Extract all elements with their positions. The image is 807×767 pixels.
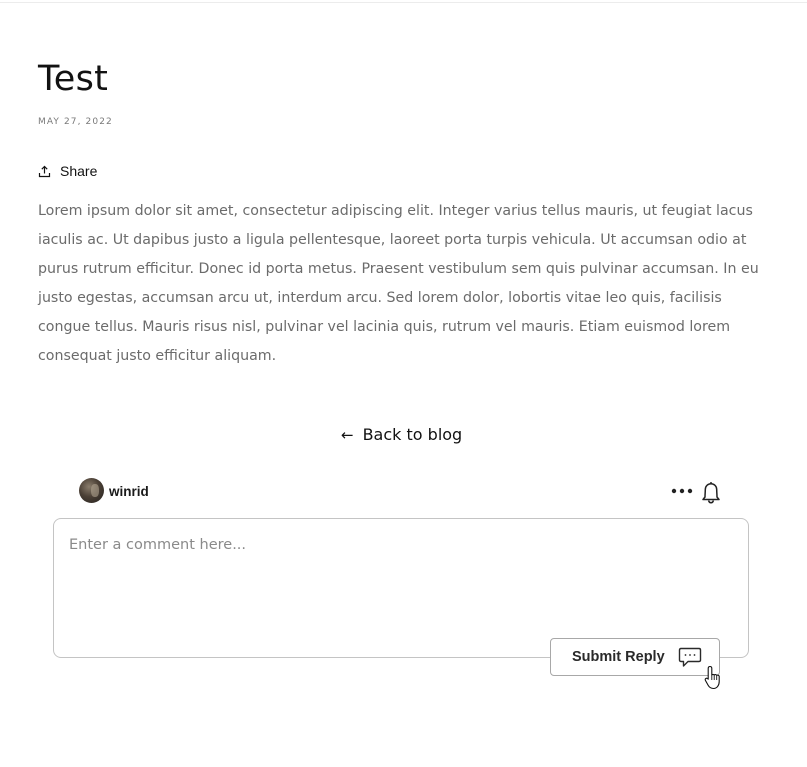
share-label: Share <box>60 163 98 179</box>
more-options-icon <box>671 488 693 494</box>
article-body: Lorem ipsum dolor sit amet, consectetur … <box>38 203 759 364</box>
submit-reply-button[interactable]: Submit Reply <box>550 638 720 676</box>
back-to-blog-label: Back to blog <box>362 425 463 444</box>
comment-input[interactable] <box>69 537 729 627</box>
more-options-button[interactable] <box>671 482 693 500</box>
header-divider <box>0 2 807 3</box>
user-avatar[interactable] <box>79 478 104 503</box>
share-button[interactable]: Share <box>38 163 97 179</box>
notifications-button[interactable] <box>700 480 722 504</box>
share-icon <box>38 165 51 178</box>
bell-icon <box>702 482 720 504</box>
arrow-left-icon: ← <box>341 425 354 444</box>
username[interactable]: winrid <box>109 484 149 499</box>
article-title: Test <box>38 59 109 99</box>
comment-box <box>53 518 749 658</box>
article-date: MAY 27, 2022 <box>38 117 113 127</box>
back-to-blog-link[interactable]: ← Back to blog <box>341 425 462 444</box>
submit-reply-label: Submit Reply <box>572 649 665 665</box>
chat-bubble-icon <box>678 647 702 673</box>
